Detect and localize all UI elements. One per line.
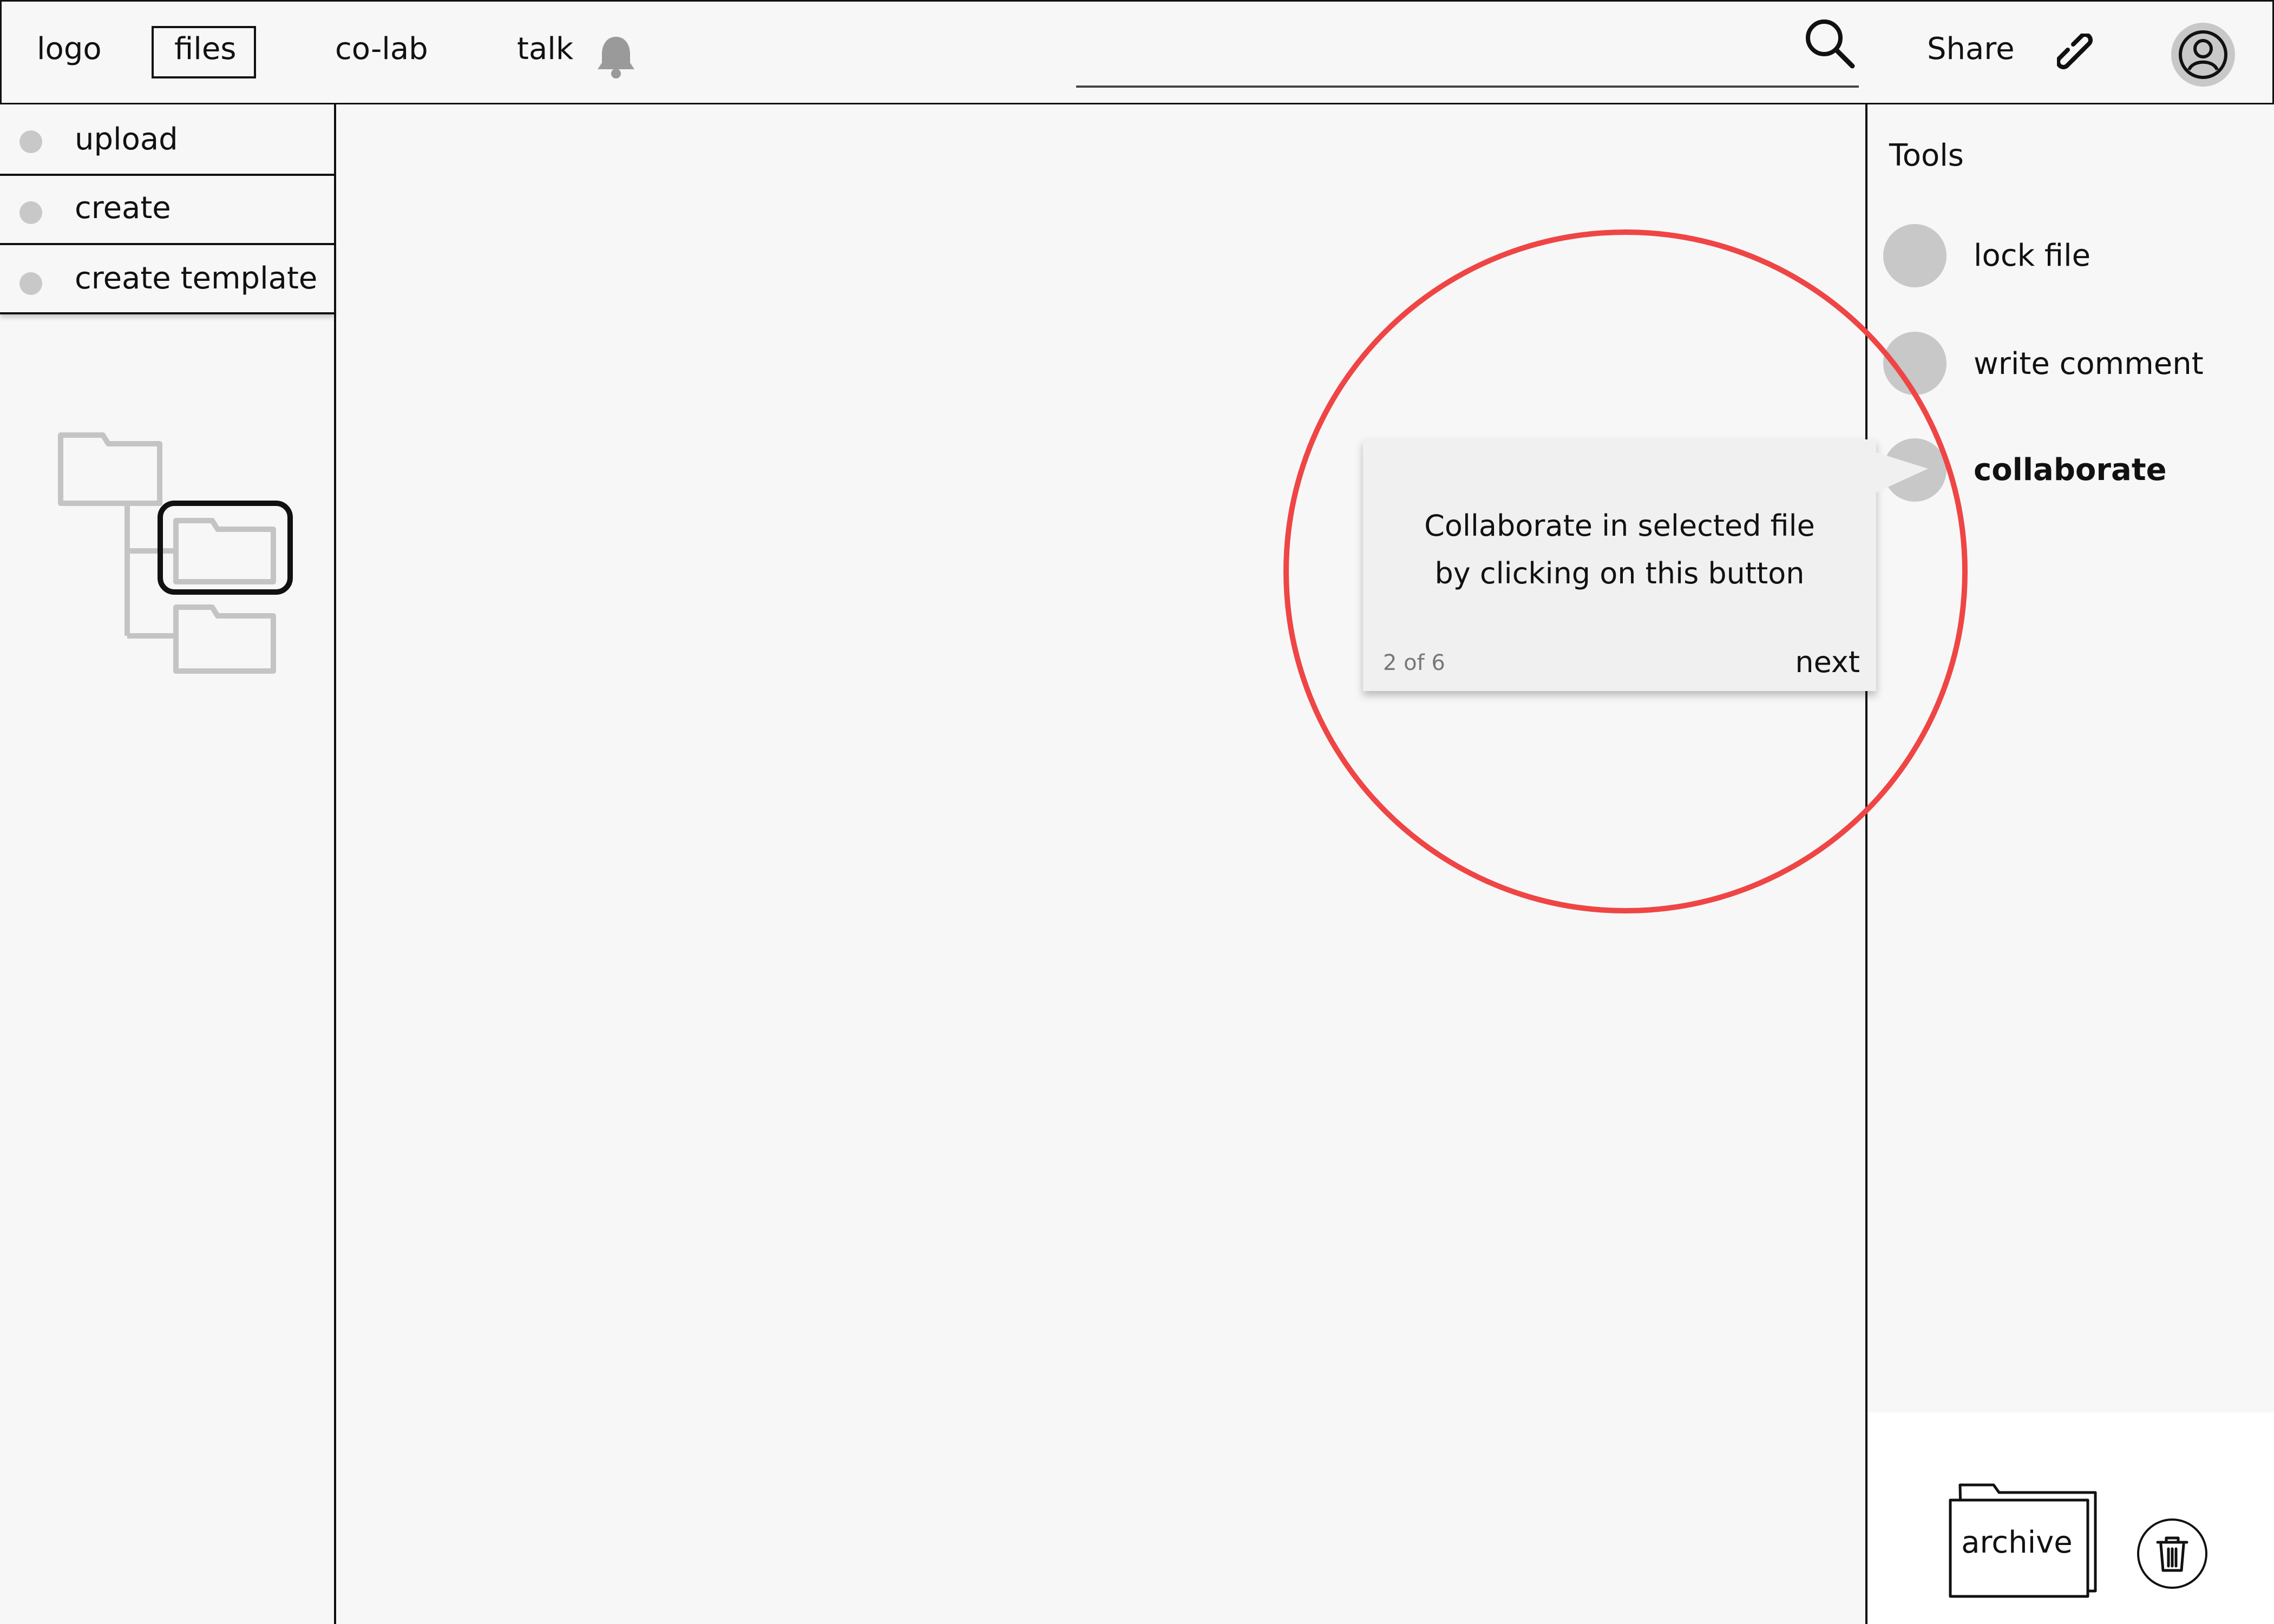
nav-tab-files[interactable]: files bbox=[174, 31, 236, 67]
trash-icon bbox=[2156, 1536, 2188, 1572]
bullet-icon bbox=[19, 201, 42, 224]
user-avatar-icon bbox=[2179, 30, 2227, 79]
lock-file-button-icon[interactable] bbox=[1883, 224, 1947, 287]
bullet-icon bbox=[19, 130, 42, 153]
nav-tab-talk[interactable]: talk bbox=[517, 31, 573, 67]
trash-button[interactable] bbox=[2137, 1518, 2207, 1589]
archive-label: archive bbox=[1961, 1525, 2073, 1560]
highlight-circle bbox=[1283, 229, 1968, 913]
tool-lock-file[interactable]: lock file bbox=[1974, 238, 2090, 273]
nav-tab-co-lab[interactable]: co-lab bbox=[335, 31, 428, 67]
sidebar-item-label: create bbox=[75, 190, 171, 226]
sidebar-item-label: create template bbox=[75, 261, 318, 296]
tools-title: Tools bbox=[1889, 138, 1964, 173]
tool-collaborate[interactable]: collaborate bbox=[1974, 452, 2167, 488]
search-icon[interactable] bbox=[1803, 16, 1857, 70]
link-icon[interactable] bbox=[2056, 32, 2099, 76]
search-input[interactable] bbox=[1076, 86, 1859, 88]
bullet-icon bbox=[19, 272, 42, 295]
app-logo[interactable]: logo bbox=[37, 31, 102, 67]
share-button[interactable]: Share bbox=[1927, 31, 2015, 67]
left-sidebar bbox=[0, 104, 336, 1624]
folder-tree[interactable] bbox=[54, 428, 303, 687]
tool-write-comment[interactable]: write comment bbox=[1974, 346, 2204, 382]
tools-panel bbox=[1865, 104, 2274, 1624]
bell-icon[interactable] bbox=[594, 34, 638, 80]
sidebar-item-label: upload bbox=[75, 122, 178, 157]
user-avatar-button[interactable] bbox=[2171, 23, 2235, 87]
